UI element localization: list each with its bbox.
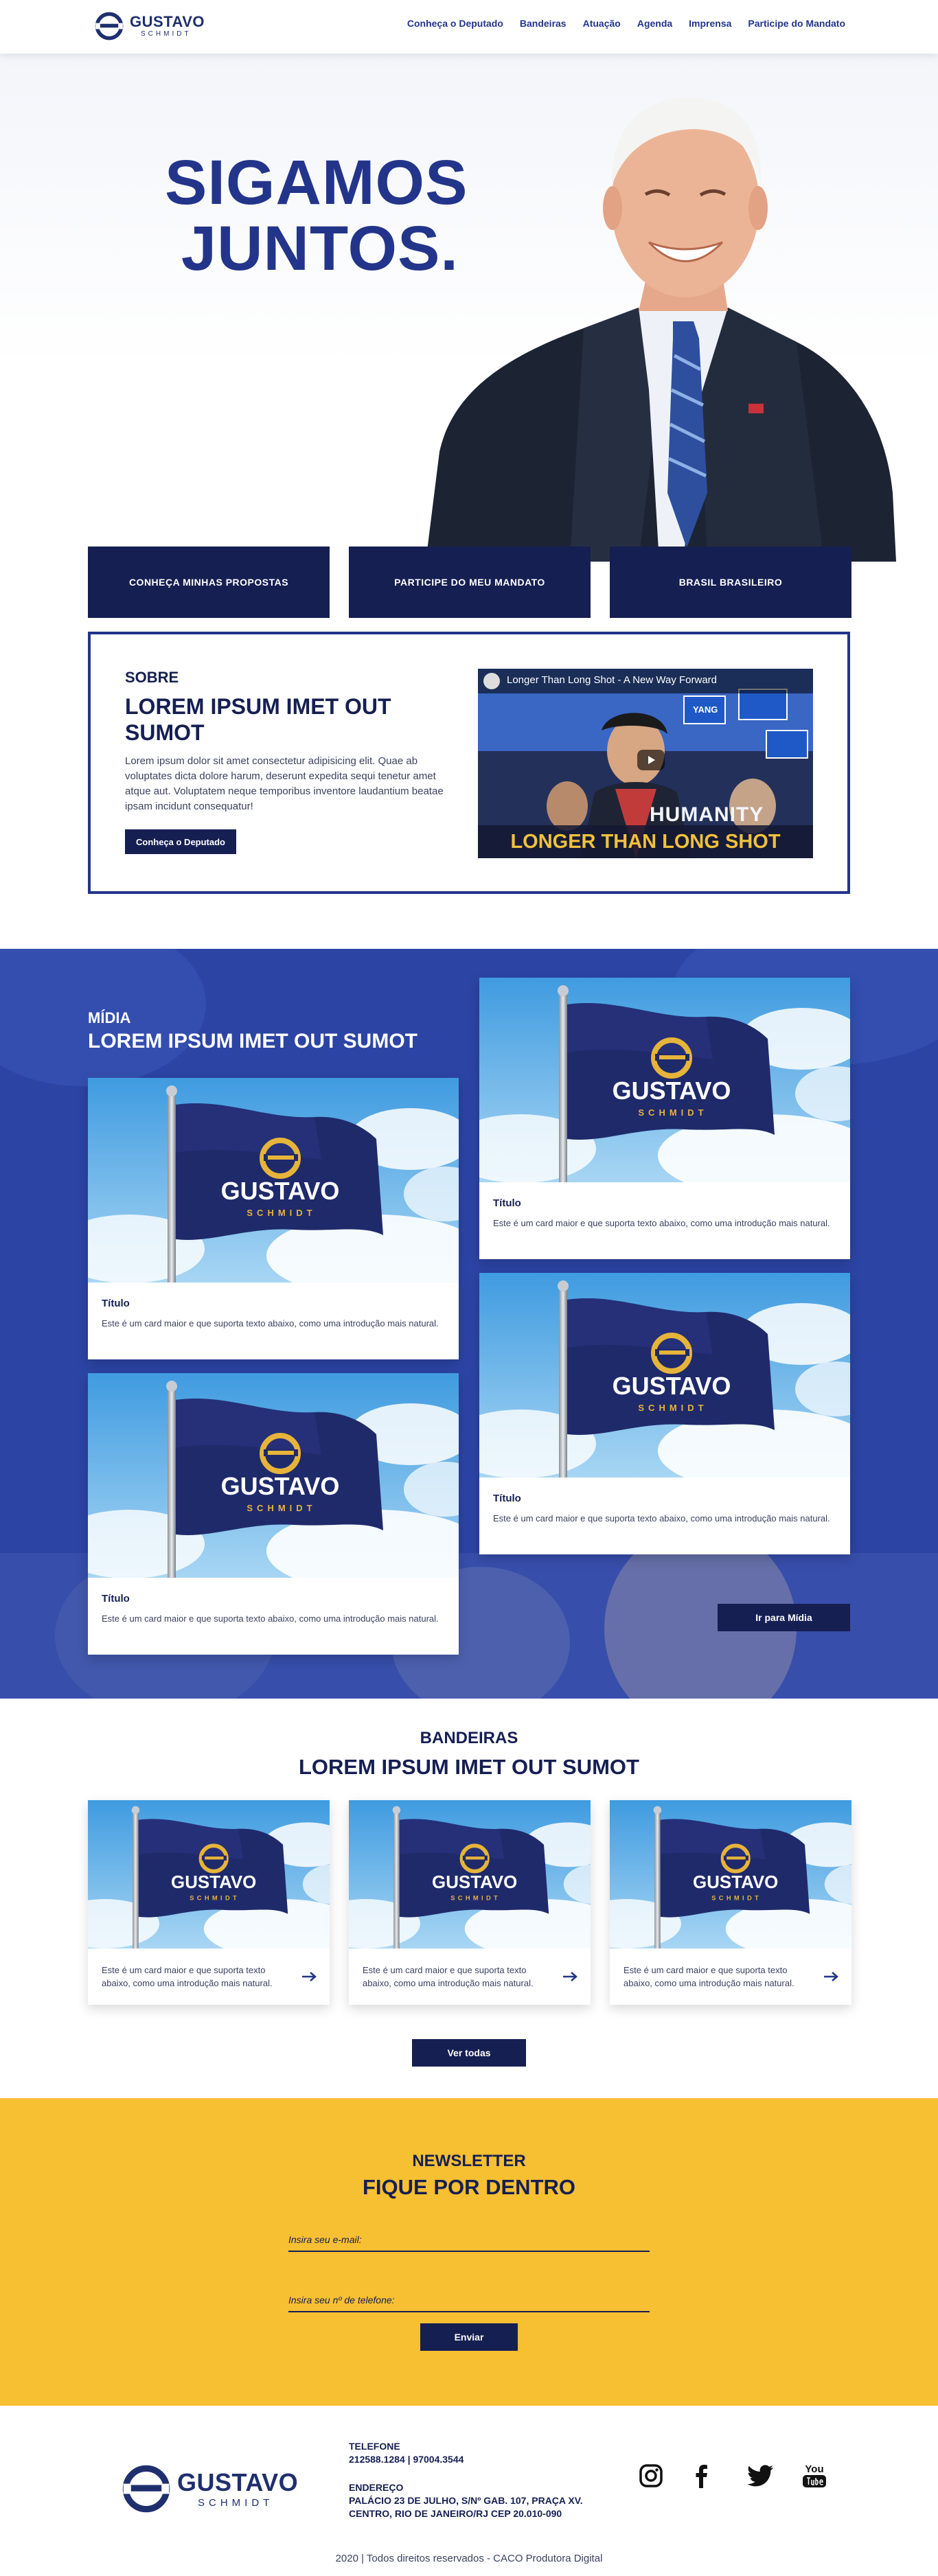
site-logo[interactable]: GUSTAVO SCHMIDT	[94, 11, 205, 41]
arrow-right-icon[interactable]	[563, 1972, 578, 1981]
midia-card-title: Título	[102, 1298, 130, 1309]
sobre-eyebrow: SOBRE	[125, 669, 179, 686]
hero-button-brasil[interactable]: BRASIL BRASILEIRO	[610, 547, 851, 618]
play-icon	[648, 756, 655, 764]
bandeiras-title: LOREM IPSUM IMET OUT SUMOT	[299, 1755, 639, 1779]
bandeira-card-text: Este é um card maior e que suporta texto…	[102, 1965, 273, 1988]
midia-card-image	[479, 978, 850, 1182]
midia-card[interactable]: Título Este é um card maior e que suport…	[479, 978, 850, 1259]
nav-bandeiras[interactable]: Bandeiras	[520, 18, 567, 29]
midia-card-text: Este é um card maior e que suporta texto…	[102, 1613, 439, 1624]
midia-title: LOREM IPSUM IMET OUT SUMOT	[88, 1030, 417, 1053]
hero-button-participe[interactable]: PARTICIPE DO MEU MANDATO	[349, 547, 591, 618]
midia-card-image	[88, 1078, 459, 1283]
hero-section: SIGAMOS JUNTOS. CONHEÇA MINHAS PROPOSTAS…	[0, 54, 938, 618]
site-header: GUSTAVO SCHMIDT Conheça o Deputado Bande…	[0, 0, 938, 54]
midia-card-image	[479, 1273, 850, 1477]
nav-imprensa[interactable]: Imprensa	[689, 18, 731, 29]
nav-agenda[interactable]: Agenda	[637, 18, 672, 29]
video-title: Longer Than Long Shot - A New Way Forwar…	[507, 674, 717, 686]
bandeira-card-image	[349, 1800, 591, 1948]
footer-logo[interactable]: GUSTAVO SCHMIDT	[121, 2463, 298, 2514]
bandeira-card-image	[610, 1800, 851, 1948]
sobre-title: LOREM IPSUM IMET OUT SUMOT	[125, 694, 391, 745]
phone-numbers: 212588.1284 | 97004.3544	[349, 2454, 464, 2465]
youtube-icon[interactable]: You	[801, 2462, 828, 2489]
address-line-1: PALÁCIO 23 DE JULHO, S/Nº GAB. 107, PRAÇ…	[349, 2495, 583, 2506]
nav-participe-mandato[interactable]: Participe do Mandato	[748, 18, 845, 29]
midia-section: MÍDIA LOREM IPSUM IMET OUT SUMOT Título …	[0, 949, 938, 1699]
main-nav: Conheça o Deputado Bandeiras Atuação Age…	[407, 18, 845, 29]
youtube-icon-text: You	[805, 2463, 824, 2475]
bandeiras-eyebrow: BANDEIRAS	[420, 1729, 518, 1747]
midia-card-title: Título	[493, 1493, 521, 1504]
address-line-2: CENTRO, RIO DE JANEIRO/RJ CEP 20.010-090	[349, 2508, 562, 2519]
arrow-right-icon[interactable]	[824, 1972, 839, 1981]
bandeira-card-image	[88, 1800, 330, 1948]
midia-eyebrow: MÍDIA	[88, 1009, 131, 1026]
logo-name: GUSTAVO	[130, 13, 205, 30]
midia-card-text: Este é um card maior e que suporta texto…	[493, 1513, 830, 1523]
newsletter-eyebrow: NEWSLETTER	[412, 2152, 526, 2170]
hero-button-propostas[interactable]: CONHEÇA MINHAS PROPOSTAS	[88, 547, 330, 618]
enviar-button[interactable]: Enviar	[420, 2323, 518, 2351]
footer-logo-name: GUSTAVO	[177, 2468, 299, 2496]
video-banner-bottom: LONGER THAN LONG SHOT	[478, 825, 813, 858]
bandeira-card-text: Este é um card maior e que suporta texto…	[624, 1965, 794, 1988]
video-play-button[interactable]	[637, 750, 665, 770]
footer-contact: TELEFONE 212588.1284 | 97004.3544 ENDERE…	[349, 2440, 610, 2520]
copyright: 2020 | Todos direitos reservados - CACO …	[335, 2553, 603, 2564]
phone-label: TELEFONE	[349, 2441, 400, 2452]
sobre-text: Lorem ipsum dolor sit amet consectetur a…	[125, 755, 444, 812]
ver-todas-button[interactable]: Ver todas	[412, 2039, 526, 2067]
midia-card[interactable]: Título Este é um card maior e que suport…	[88, 1078, 459, 1359]
video-player[interactable]: Longer Than Long Shot - A New Way Forwar…	[478, 669, 813, 858]
bandeira-card[interactable]: Este é um card maior e que suporta texto…	[610, 1800, 851, 2005]
footer-logo-sub: SCHMIDT	[198, 2496, 274, 2509]
address-label: ENDEREÇO	[349, 2482, 404, 2493]
newsletter-section: NEWSLETTER FIQUE POR DENTRO Insira seu e…	[0, 2098, 938, 2406]
bandeira-card-text: Este é um card maior e que suporta texto…	[363, 1965, 534, 1988]
candidate-portrait	[426, 97, 896, 562]
video-sign-text: YANG	[693, 704, 718, 715]
midia-card-title: Título	[102, 1593, 130, 1605]
ir-para-midia-button[interactable]: Ir para Mídia	[718, 1604, 850, 1631]
midia-card[interactable]: Título Este é um card maior e que suport…	[88, 1373, 459, 1655]
midia-card-title: Título	[493, 1197, 521, 1209]
bandeira-card[interactable]: Este é um card maior e que suporta texto…	[88, 1800, 330, 2005]
logo-mark-icon	[94, 11, 124, 41]
midia-card[interactable]: Título Este é um card maior e que suport…	[479, 1273, 850, 1554]
footer-logo-mark-icon	[121, 2463, 172, 2514]
logo-sub: SCHMIDT	[141, 30, 192, 38]
midia-card-image	[88, 1373, 459, 1578]
midia-card-text: Este é um card maior e que suporta texto…	[102, 1318, 439, 1329]
twitter-icon[interactable]	[747, 2462, 775, 2489]
video-banner-top: HUMANITY	[650, 803, 764, 826]
nav-conheca-deputado[interactable]: Conheça o Deputado	[407, 18, 503, 29]
phone-field[interactable]: Insira seu nº de telefone:	[288, 2295, 650, 2312]
site-footer: GUSTAVO SCHMIDT TELEFONE 212588.1284 | 9…	[0, 2406, 938, 2576]
sobre-button[interactable]: Conheça o Deputado	[125, 829, 236, 854]
bandeira-card[interactable]: Este é um card maior e que suporta texto…	[349, 1800, 591, 2005]
newsletter-title: FIQUE POR DENTRO	[362, 2175, 575, 2199]
email-field[interactable]: Insira seu e-mail:	[288, 2234, 650, 2252]
arrow-right-icon[interactable]	[302, 1972, 317, 1981]
facebook-icon[interactable]	[688, 2462, 716, 2489]
nav-atuacao[interactable]: Atuação	[583, 18, 621, 29]
midia-card-text: Este é um card maior e que suporta texto…	[493, 1218, 830, 1228]
instagram-icon[interactable]	[637, 2462, 665, 2489]
